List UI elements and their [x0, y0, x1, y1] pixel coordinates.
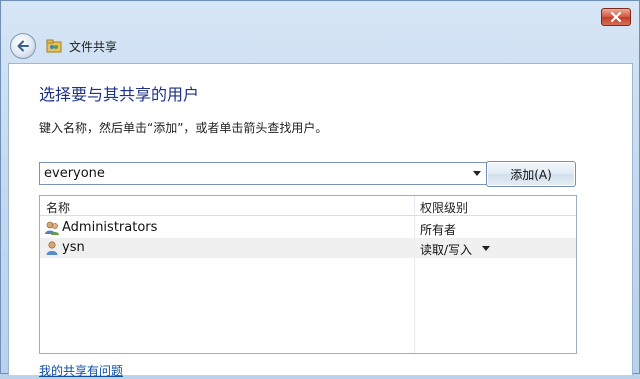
user-icon: [46, 241, 58, 255]
content-panel: 选择要与其共享的用户 键入名称，然后单击“添加”，或者单击箭头查找用户。 eve…: [8, 63, 633, 378]
close-button[interactable]: [601, 8, 631, 26]
back-arrow-icon: [17, 40, 29, 52]
list-item[interactable]: ysn 读取/写入: [40, 238, 576, 258]
sharing-help-link[interactable]: 我的共享有问题: [39, 362, 123, 379]
user-name-combobox[interactable]: everyone: [39, 162, 487, 185]
window-title: 文件共享: [69, 40, 118, 54]
navigation-bar: 文件共享: [1, 29, 640, 63]
file-sharing-window: 文件共享 选择要与其共享的用户 键入名称，然后单击“添加”，或者单击箭头查找用户…: [0, 0, 640, 378]
permission-level-dropdown[interactable]: 读取/写入: [420, 241, 472, 258]
permission-level: 所有者: [420, 223, 457, 237]
sharing-user-list: 名称 权限级别 Administrators 所有者 ysn 读取/写入: [39, 195, 577, 354]
chevron-down-icon[interactable]: [482, 246, 490, 251]
back-button[interactable]: [10, 33, 36, 59]
chevron-down-icon[interactable]: [473, 171, 481, 176]
user-name: Administrators: [62, 220, 158, 235]
list-item[interactable]: Administrators 所有者: [40, 218, 576, 238]
file-sharing-icon: [46, 39, 62, 53]
list-header: 名称 权限级别: [40, 196, 576, 216]
user-name: ysn: [62, 240, 85, 255]
instruction-text: 键入名称，然后单击“添加”，或者单击箭头查找用户。: [39, 121, 328, 135]
user-group-icon: [45, 221, 59, 235]
close-icon: [610, 12, 622, 22]
user-name-value[interactable]: everyone: [44, 166, 105, 181]
add-button[interactable]: 添加(A): [486, 161, 576, 187]
column-header-permission[interactable]: 权限级别: [420, 199, 468, 216]
column-header-name[interactable]: 名称: [46, 199, 70, 216]
page-heading: 选择要与其共享的用户: [39, 85, 200, 104]
